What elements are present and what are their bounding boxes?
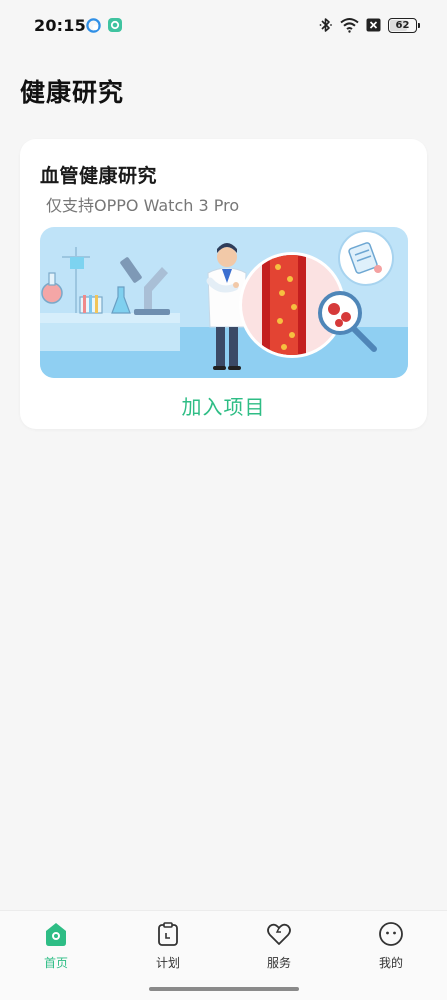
page-title: 健康研究	[20, 78, 125, 107]
profile-face-icon	[379, 922, 403, 946]
nav-item-home[interactable]: 首页	[26, 921, 86, 971]
app-notification-icon-2	[108, 18, 122, 32]
join-project-button[interactable]: 加入项目	[20, 391, 427, 420]
nav-label-service: 服务	[266, 956, 291, 970]
battery-level: 62	[395, 19, 410, 31]
nav-label-home: 首页	[43, 956, 68, 970]
study-device-note: 仅支持OPPO Watch 3 Pro	[46, 196, 240, 215]
nav-item-service[interactable]: 服务	[249, 921, 309, 971]
battery-icon: 62	[388, 17, 420, 33]
nav-label-profile: 我的	[378, 956, 403, 970]
home-icon	[46, 923, 66, 946]
no-sim-icon	[366, 18, 381, 32]
status-bar: 20:15 62	[0, 0, 447, 52]
status-time: 20:15	[34, 16, 86, 35]
status-icons: 62	[319, 15, 420, 35]
nav-item-profile[interactable]: 我的	[361, 921, 421, 971]
lab-illustration-image	[40, 227, 408, 378]
home-indicator[interactable]	[149, 987, 299, 991]
wifi-icon	[340, 18, 359, 33]
nav-item-plan[interactable]: 计划	[138, 921, 198, 971]
heart-icon	[267, 923, 291, 945]
study-title: 血管健康研究	[40, 165, 158, 187]
app-notification-icon	[86, 18, 101, 33]
plan-clipboard-icon	[158, 922, 178, 946]
bluetooth-icon	[319, 18, 332, 32]
vascular-study-card[interactable]: 血管健康研究 仅支持OPPO Watch 3 Pro 加入项目	[20, 139, 427, 429]
nav-label-plan: 计划	[155, 956, 180, 970]
